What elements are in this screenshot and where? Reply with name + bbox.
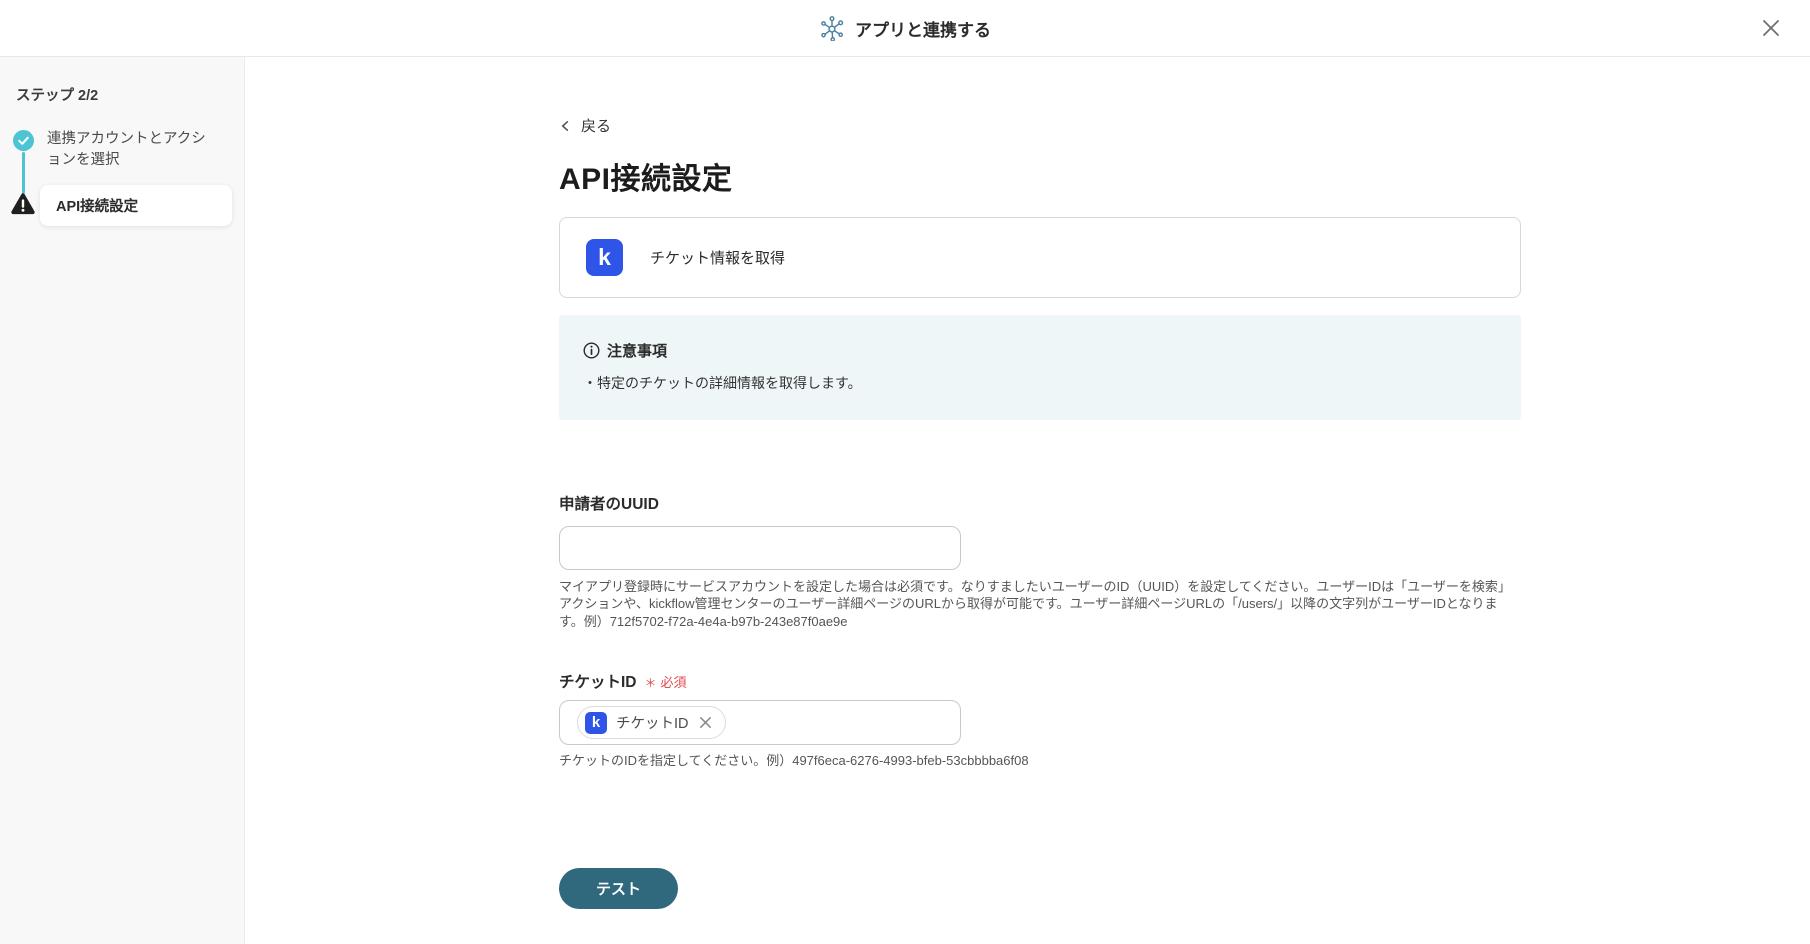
- required-asterisk: ＊: [644, 676, 657, 691]
- uuid-helper-text: マイアプリ登録時にサービスアカウントを設定した場合は必須です。なりすましたいユー…: [559, 578, 1511, 629]
- page-title: API接続設定: [559, 162, 733, 196]
- main-panel: 戻る API接続設定 k チケット情報を取得 注意事項 ・特定のチケットの詳細情…: [245, 57, 1810, 944]
- sidebar-step-api-settings-label: API接続設定: [56, 199, 139, 215]
- step-warning-icon: [10, 192, 36, 216]
- notice-box: 注意事項 ・特定のチケットの詳細情報を取得します。: [559, 314, 1521, 420]
- close-icon[interactable]: [1758, 15, 1784, 41]
- kickflow-logo-icon: k: [586, 238, 623, 276]
- required-badge: 必須: [660, 675, 687, 691]
- token-chip-label: チケットID: [616, 716, 689, 733]
- kickflow-logo-letter: k: [591, 714, 601, 732]
- info-icon: [583, 341, 600, 359]
- modal-header: アプリと連携する: [0, 0, 1810, 57]
- selected-action-card: k チケット情報を取得: [559, 216, 1521, 298]
- ticket-id-token-chip[interactable]: k チケットID: [577, 706, 726, 740]
- back-button[interactable]: 戻る: [559, 115, 611, 136]
- chevron-left-icon: [559, 119, 572, 133]
- ticket-field-label: チケットID: [559, 674, 637, 692]
- step-connector-line: [22, 152, 25, 194]
- notice-item: ・特定のチケットの詳細情報を取得します。: [583, 374, 862, 391]
- back-button-label: 戻る: [581, 118, 612, 135]
- modal-title-group: アプリと連携する: [819, 15, 991, 41]
- step-completed-check-icon: [13, 130, 34, 151]
- kickflow-logo-icon: k: [585, 711, 607, 734]
- sidebar-step-api-settings[interactable]: API接続設定: [40, 185, 232, 226]
- modal-title: アプリと連携する: [855, 20, 991, 40]
- ticket-id-input[interactable]: k チケットID: [559, 700, 961, 746]
- test-button[interactable]: テスト: [559, 867, 678, 909]
- wizard-stepper: 連携アカウントとアクションを選択 API接続設定: [0, 130, 244, 260]
- token-remove-icon[interactable]: [698, 715, 713, 730]
- selected-action-label: チケット情報を取得: [650, 249, 786, 267]
- uuid-input[interactable]: [559, 525, 961, 570]
- sidebar-step-select-account[interactable]: 連携アカウントとアクションを選択: [47, 129, 219, 171]
- step-indicator: ステップ 2/2: [16, 88, 99, 104]
- integration-hub-icon: [819, 15, 845, 41]
- uuid-field-label: 申請者のUUID: [559, 495, 659, 513]
- ticket-helper-text: チケットのIDを指定してください。例）497f6eca-6276-4993-bf…: [559, 753, 1029, 769]
- kickflow-logo-letter: k: [598, 243, 611, 270]
- wizard-sidebar: ステップ 2/2 連携アカウントとアクションを選択 API接続設定: [0, 57, 245, 944]
- notice-title: 注意事項: [607, 342, 668, 360]
